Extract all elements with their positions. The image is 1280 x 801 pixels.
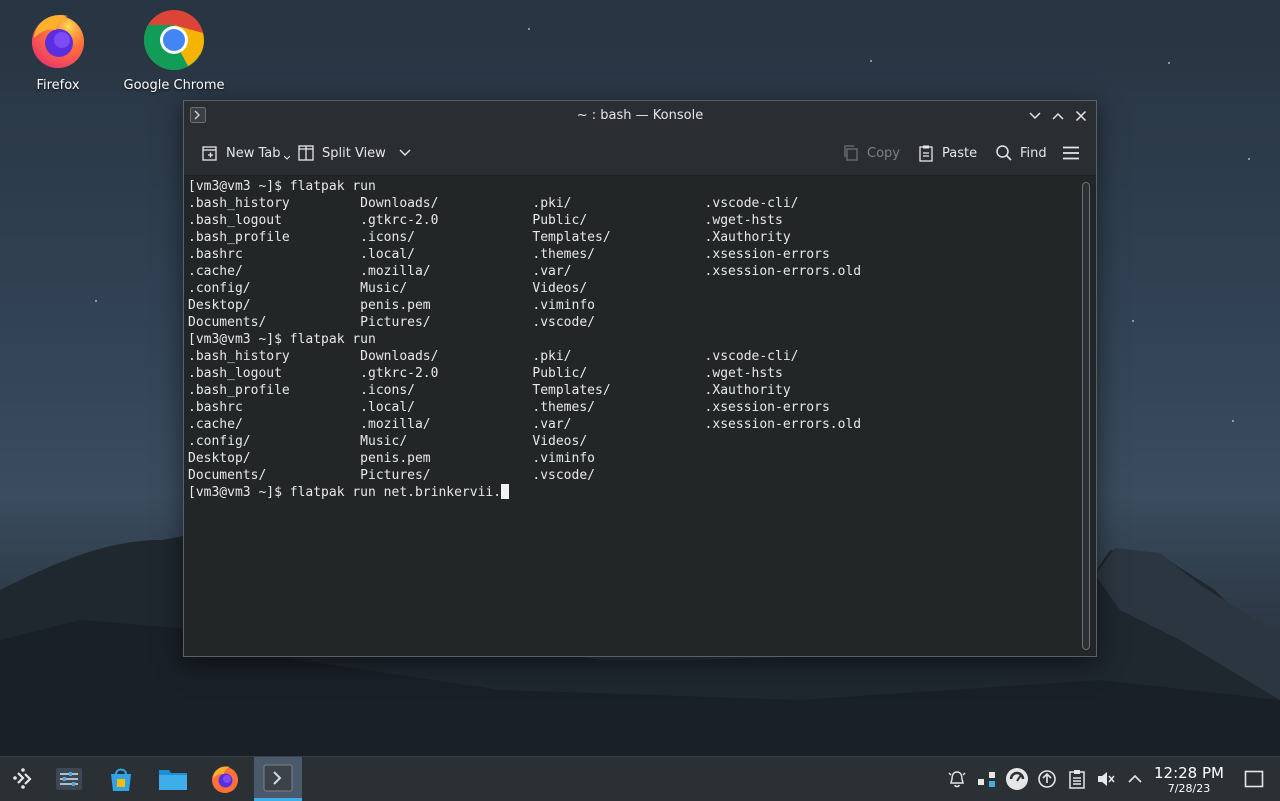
terminal-scrollbar[interactable]: [1082, 182, 1090, 650]
terminal-line: Documents/ Pictures/ .vscode/: [188, 315, 595, 330]
split-view-button[interactable]: Split View: [297, 143, 411, 163]
desktop-icon-label: Google Chrome: [123, 78, 225, 93]
desktop-icon-label: Firefox: [36, 78, 80, 93]
copy-button[interactable]: Copy: [842, 143, 900, 163]
notifications-icon[interactable]: [947, 769, 967, 789]
terminal-line: .bash_logout .gtkrc-2.0 Public/ .wget-hs…: [188, 366, 783, 381]
paste-icon: [919, 145, 933, 162]
taskbar-system-settings[interactable]: [46, 757, 92, 801]
taskbar-firefox[interactable]: [202, 757, 248, 801]
discover-store-icon: [111, 768, 131, 791]
sync-icon[interactable]: [1037, 769, 1057, 789]
terminal-line: .bash_profile .icons/ Templates/ .Xautho…: [188, 383, 791, 398]
taskbar-konsole[interactable]: [254, 757, 302, 801]
terminal-line: .bashrc .local/ .themes/ .xsession-error…: [188, 247, 830, 262]
minimize-button[interactable]: [1026, 107, 1044, 125]
copy-label: Copy: [867, 145, 900, 161]
updates-icon[interactable]: [1005, 767, 1029, 791]
terminal-area[interactable]: [vm3@vm3 ~]$ flatpak run .bash_history Do…: [184, 176, 1096, 656]
terminal-line: [vm3@vm3 ~]$ flatpak run: [188, 332, 376, 347]
chrome-icon: [142, 8, 206, 72]
clock-time: 12:28 PM: [1154, 764, 1224, 782]
prompt-text: [vm3@vm3 ~]$ flatpak run net.brinkervii.: [188, 485, 502, 500]
konsole-window[interactable]: ~ : bash — Konsole New Tab Split View Co…: [183, 100, 1097, 657]
firefox-icon: [26, 8, 90, 72]
taskbar: 12:28 PM 7/28/23: [0, 756, 1280, 801]
terminal-line: .bash_history Downloads/ .pki/ .vscode-c…: [188, 349, 799, 364]
terminal-line: .config/ Music/ Videos/: [188, 281, 588, 296]
paste-label: Paste: [942, 145, 978, 161]
window-title: ~ : bash — Konsole: [576, 108, 704, 123]
find-label: Find: [1020, 145, 1047, 161]
clipboard-icon[interactable]: [1067, 769, 1087, 789]
maximize-button[interactable]: [1049, 107, 1067, 125]
konsole-icon: [263, 764, 293, 791]
terminal-line: Desktop/ penis.pem .viminfo: [188, 298, 595, 313]
desktop-icon-firefox[interactable]: Firefox: [3, 8, 113, 93]
find-button[interactable]: Find: [995, 143, 1047, 163]
expand-tray-icon[interactable]: [1125, 769, 1145, 789]
konsole-toolbar: New Tab Split View Copy Paste Find: [184, 131, 1096, 176]
terminal-line: Documents/ Pictures/ .vscode/: [188, 468, 595, 483]
terminal-prompt-line: [vm3@vm3 ~]$ flatpak run net.brinkervii.: [188, 484, 861, 501]
dropdown-arrow-icon: [283, 155, 290, 160]
split-view-label: Split View: [322, 145, 386, 161]
terminal-line: .bash_profile .icons/ Templates/ .Xautho…: [188, 230, 791, 245]
new-tab-label: New Tab: [226, 145, 281, 161]
terminal-line: .bashrc .local/ .themes/ .xsession-error…: [188, 400, 830, 415]
show-desktop-icon[interactable]: [1244, 770, 1264, 788]
dolphin-files-icon: [159, 770, 187, 790]
network-icon[interactable]: [977, 769, 997, 789]
terminal-line: .bash_history Downloads/ .pki/ .vscode-c…: [188, 196, 799, 211]
paste-button[interactable]: Paste: [917, 143, 977, 163]
clock[interactable]: 12:28 PM 7/28/23: [1148, 764, 1230, 795]
terminal-line: .config/ Music/ Videos/: [188, 434, 588, 449]
terminal-cursor: [501, 484, 510, 499]
volume-muted-icon[interactable]: [1096, 769, 1116, 789]
copy-icon: [844, 145, 858, 161]
new-tab-button[interactable]: New Tab: [201, 143, 290, 163]
clock-date: 7/28/23: [1167, 782, 1211, 795]
desktop-icon-chrome[interactable]: Google Chrome: [119, 8, 229, 93]
search-icon: [996, 145, 1012, 161]
window-titlebar[interactable]: ~ : bash — Konsole: [184, 101, 1096, 131]
terminal-line: .bash_logout .gtkrc-2.0 Public/ .wget-hs…: [188, 213, 783, 228]
close-button[interactable]: [1072, 107, 1090, 125]
hamburger-menu-icon[interactable]: [1062, 146, 1080, 160]
app-launcher-icon: [13, 768, 32, 789]
terminal-line: Desktop/ penis.pem .viminfo: [188, 451, 595, 466]
chevron-down-icon[interactable]: [399, 149, 411, 157]
terminal-line: .cache/ .mozilla/ .var/ .xsession-errors…: [188, 264, 862, 279]
app-launcher-button[interactable]: [0, 757, 46, 801]
terminal-line: [vm3@vm3 ~]$ flatpak run: [188, 179, 376, 194]
taskbar-dolphin-files[interactable]: [150, 757, 196, 801]
firefox-icon: [212, 766, 238, 793]
terminal-line: .cache/ .mozilla/ .var/ .xsession-errors…: [188, 417, 862, 432]
split-view-icon: [298, 145, 314, 161]
new-tab-icon: [202, 146, 217, 161]
terminal-output: [vm3@vm3 ~]$ flatpak run .bash_history Do…: [188, 178, 861, 501]
taskbar-discover[interactable]: [98, 757, 144, 801]
system-settings-icon: [56, 768, 82, 790]
